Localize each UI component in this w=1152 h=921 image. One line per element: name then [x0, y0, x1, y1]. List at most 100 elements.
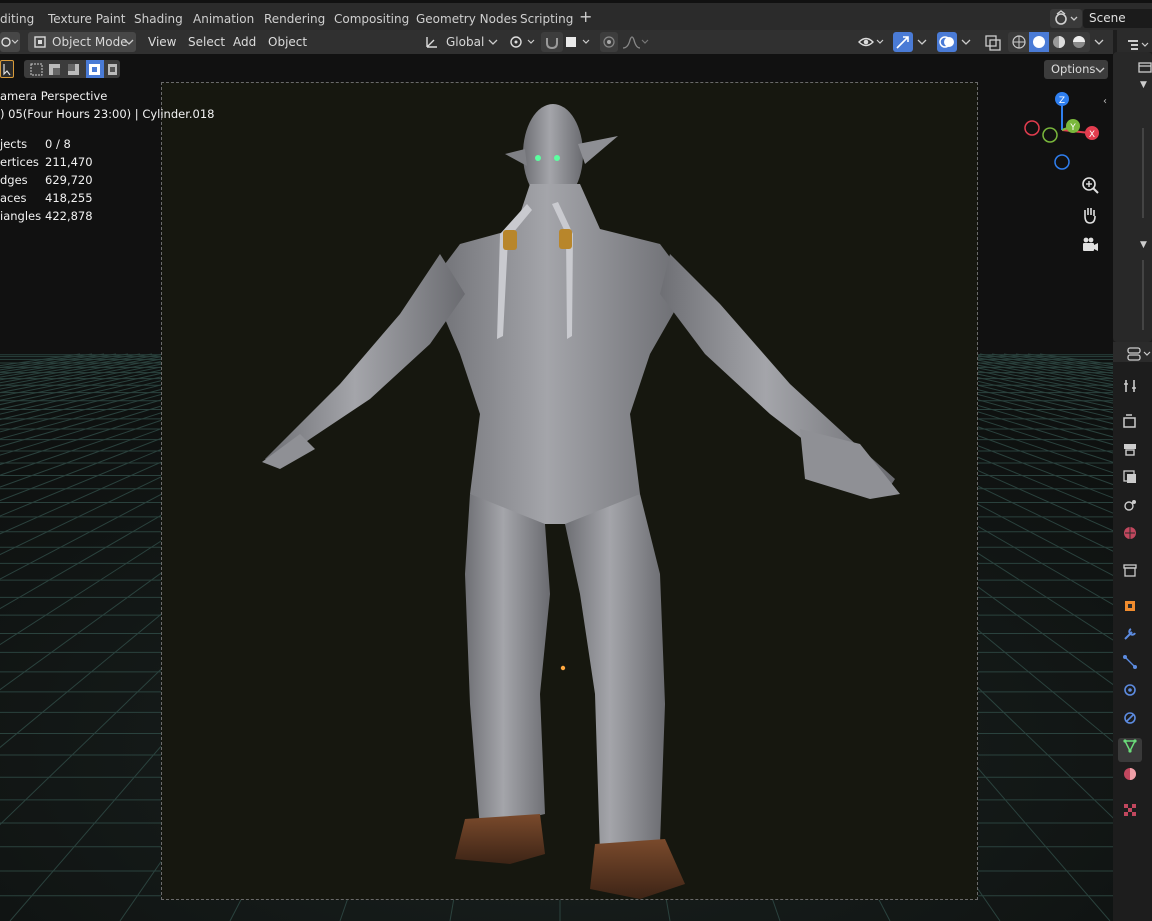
editor-type-icon: [1, 37, 19, 47]
orientation-label: Global: [446, 35, 485, 49]
visibility-selector[interactable]: [856, 32, 888, 52]
world-properties-icon[interactable]: [1118, 525, 1142, 549]
orientation-axes-icon: [426, 37, 437, 48]
particle-properties-icon[interactable]: [1118, 654, 1142, 678]
material-properties-icon[interactable]: [1118, 766, 1142, 790]
neg-x-axis-handle[interactable]: [1024, 120, 1040, 136]
shading-mode-group: [1008, 32, 1090, 52]
chevron-down-icon: [961, 39, 971, 45]
stat-vertices-label: ertices: [0, 155, 39, 169]
options-dropdown[interactable]: Options: [1044, 60, 1108, 79]
overlays-options-dropdown[interactable]: [957, 32, 975, 52]
snap-increment-icon: [566, 37, 590, 47]
pan-hand-icon[interactable]: [1079, 204, 1101, 226]
gizmo-toggle[interactable]: [893, 32, 913, 52]
falloff-curve-icon: [622, 36, 649, 49]
properties-editor-type-icon[interactable]: [1126, 346, 1152, 362]
tab-geometry-nodes[interactable]: Geometry Nodes: [416, 9, 517, 29]
stat-triangles-value: 422,878: [45, 209, 93, 223]
stat-triangles-label: iangles: [0, 209, 42, 223]
navigation-gizmo[interactable]: Z Y X: [1020, 88, 1110, 178]
physics-properties-icon[interactable]: [1118, 682, 1142, 706]
outliner-scrollbar[interactable]: [1142, 128, 1144, 218]
proportional-edit-icon: [603, 36, 615, 48]
proportional-edit-toggle[interactable]: [600, 32, 618, 52]
menu-view[interactable]: View: [148, 32, 176, 52]
texture-properties-icon[interactable]: [1118, 802, 1142, 826]
editor-type-button[interactable]: [0, 32, 20, 52]
chevron-down-icon: [1095, 67, 1105, 73]
shading-options-dropdown[interactable]: [1090, 32, 1108, 52]
scene-properties-icon[interactable]: [1118, 497, 1142, 521]
constraint-properties-icon[interactable]: [1118, 710, 1142, 734]
collection-properties-icon[interactable]: [1118, 562, 1142, 586]
character-model[interactable]: [0, 54, 1113, 921]
render-properties-icon[interactable]: [1118, 413, 1142, 437]
snap-target-button[interactable]: [563, 32, 595, 52]
tab-shading[interactable]: Shading: [134, 9, 183, 29]
outliner-panel[interactable]: [1113, 52, 1152, 342]
data-properties-icon[interactable]: [1118, 738, 1142, 762]
selection-mode-group: [24, 60, 120, 78]
output-properties-icon[interactable]: [1118, 441, 1142, 465]
chevron-down-icon: [124, 39, 134, 45]
workspace-bar: diting Texture Paint Shading Animation R…: [0, 0, 1152, 30]
stat-edges-value: 629,720: [45, 173, 93, 187]
add-workspace-button[interactable]: +: [579, 7, 592, 27]
stat-vertices-value: 211,470: [45, 155, 93, 169]
shading-icons: [1012, 32, 1085, 52]
sidebar-toggle-chevron-icon[interactable]: ‹: [1103, 96, 1107, 107]
gizmo-icon: [896, 36, 909, 49]
tab-scripting[interactable]: Scripting: [520, 9, 573, 29]
transform-orientation-selector[interactable]: Global: [420, 32, 500, 52]
zoom-icon[interactable]: [1079, 174, 1101, 196]
filter-icon[interactable]: [1138, 60, 1152, 74]
menu-select[interactable]: Select: [188, 32, 225, 52]
scene-name-field[interactable]: Scene: [1083, 9, 1152, 28]
options-label: Options: [1051, 62, 1096, 76]
outliner-expand-chevron-icon[interactable]: ▼: [1140, 240, 1147, 250]
outliner-editor-type-icon[interactable]: [1126, 38, 1152, 52]
object-mode-icon: [34, 36, 46, 48]
overlays-toggle[interactable]: [937, 32, 957, 52]
menu-add[interactable]: Add: [233, 32, 256, 52]
object-origin-dot: [560, 665, 566, 671]
view-layer-properties-icon[interactable]: [1118, 469, 1142, 493]
gizmo-z-label: Z: [1059, 96, 1065, 106]
camera-view-icon[interactable]: [1079, 234, 1101, 256]
outliner-scrollbar-lower[interactable]: [1142, 260, 1144, 330]
stat-faces-label: aces: [0, 191, 27, 205]
tool-properties-icon[interactable]: [1118, 378, 1142, 402]
tab-compositing[interactable]: Compositing: [334, 9, 409, 29]
3d-viewport[interactable]: amera Perspective ) 05(Four Hours 23:00)…: [0, 54, 1113, 921]
neg-z-axis-handle[interactable]: [1054, 154, 1070, 170]
stat-objects-label: jects: [0, 137, 28, 151]
gizmo-x-label: X: [1089, 130, 1095, 140]
xray-toggle[interactable]: [982, 32, 1004, 52]
tab-layout-editing[interactable]: diting: [0, 9, 34, 29]
gizmo-options-dropdown[interactable]: [913, 32, 931, 52]
stat-faces-value: 418,255: [45, 191, 93, 205]
outliner-collapse-chevron-icon[interactable]: ▼: [1140, 80, 1147, 90]
modifier-properties-icon[interactable]: [1118, 626, 1142, 650]
tab-rendering[interactable]: Rendering: [264, 9, 325, 29]
xray-icon: [985, 35, 1001, 51]
snap-toggle[interactable]: [541, 32, 563, 52]
object-properties-icon[interactable]: [1118, 598, 1142, 622]
selection-mode-icons: [30, 60, 117, 78]
proportional-falloff-button[interactable]: [620, 32, 650, 52]
eye-icon: [858, 37, 884, 47]
tab-texture-paint[interactable]: Texture Paint: [48, 9, 125, 29]
scene-icon: [1055, 10, 1078, 25]
mode-selector[interactable]: Object Mode: [28, 32, 136, 52]
view-name-label: amera Perspective: [0, 89, 108, 103]
overlays-icon: [939, 36, 954, 48]
magnet-icon: [546, 38, 558, 50]
scene-selector-button[interactable]: [1050, 9, 1082, 28]
chevron-down-icon: [1094, 39, 1104, 45]
tab-animation[interactable]: Animation: [193, 9, 254, 29]
neg-y-axis-handle[interactable]: [1042, 127, 1058, 143]
select-tool-icon[interactable]: [0, 60, 14, 78]
pivot-point-button[interactable]: [506, 32, 538, 52]
menu-object[interactable]: Object: [268, 32, 307, 52]
